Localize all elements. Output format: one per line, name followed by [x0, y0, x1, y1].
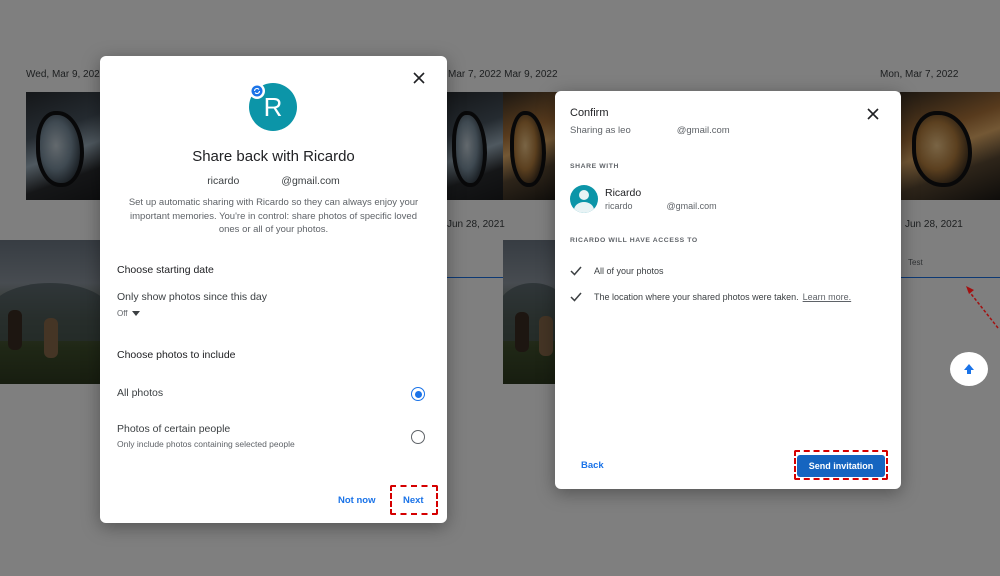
dropdown-value: Off — [117, 309, 128, 318]
email-domain: @gmail.com — [281, 175, 340, 187]
close-icon — [867, 108, 879, 120]
option-certain-people-label[interactable]: Photos of certain people — [117, 423, 230, 435]
share-with-heading: SHARE WITH — [570, 163, 620, 170]
access-item: All of your photos — [570, 266, 664, 276]
email-user: ricardo — [207, 175, 240, 187]
close-button[interactable] — [407, 66, 431, 90]
learn-more-link[interactable]: Learn more. — [803, 292, 852, 302]
caret-down-icon — [131, 311, 140, 316]
avatar: R — [249, 83, 297, 131]
dialog-title: Share back with Ricardo — [192, 148, 355, 165]
dialog-title: Confirm — [570, 107, 609, 119]
starting-date-dropdown[interactable]: Off — [117, 309, 140, 318]
access-item: The location where your shared photos we… — [570, 292, 851, 302]
access-item-text: The location where your shared photos we… — [594, 292, 799, 302]
recipient-name: Ricardo — [605, 187, 642, 199]
recipient-email: ricardo @gmail.com — [605, 201, 717, 211]
send-invitation-button[interactable]: Send invitation — [797, 455, 885, 477]
recipient-user: ricardo — [605, 201, 633, 211]
sharing-as-text: Sharing as leo @gmail.com — [570, 125, 730, 136]
arrow-up-icon — [964, 364, 974, 374]
access-item-text: All of your photos — [594, 266, 664, 276]
recipient-avatar — [570, 185, 598, 213]
scroll-to-top-button[interactable] — [950, 352, 988, 386]
sharing-as-domain: @gmail.com — [676, 125, 730, 136]
not-now-button[interactable]: Not now — [338, 495, 375, 506]
starting-date-heading: Choose starting date — [117, 264, 214, 276]
all-photos-radio[interactable] — [411, 387, 425, 401]
close-button[interactable] — [861, 102, 885, 126]
close-icon — [413, 72, 425, 84]
confirm-dialog: Confirm Sharing as leo @gmail.com SHARE W… — [555, 91, 901, 489]
share-badge-icon — [249, 83, 265, 99]
since-day-label: Only show photos since this day — [117, 291, 267, 303]
option-certain-people-sub: Only include photos containing selected … — [117, 439, 295, 449]
recipient-domain: @gmail.com — [666, 201, 717, 211]
certain-people-radio[interactable] — [411, 430, 425, 444]
access-heading: RICARDO WILL HAVE ACCESS TO — [570, 237, 698, 244]
dialog-description: Set up automatic sharing with Ricardo so… — [128, 197, 419, 235]
include-heading: Choose photos to include — [117, 349, 236, 361]
recipient-email: ricardo @gmail.com — [100, 175, 447, 187]
next-button[interactable]: Next — [403, 495, 424, 506]
dashed-arrow-icon — [966, 286, 999, 329]
sharing-as-prefix: Sharing as leo — [570, 125, 631, 136]
share-back-dialog: R Share back with Ricardo ricardo @gmail.… — [100, 56, 447, 523]
check-icon — [570, 266, 582, 276]
check-icon — [570, 292, 582, 302]
option-all-photos-label[interactable]: All photos — [117, 387, 163, 399]
back-button[interactable]: Back — [581, 460, 604, 471]
